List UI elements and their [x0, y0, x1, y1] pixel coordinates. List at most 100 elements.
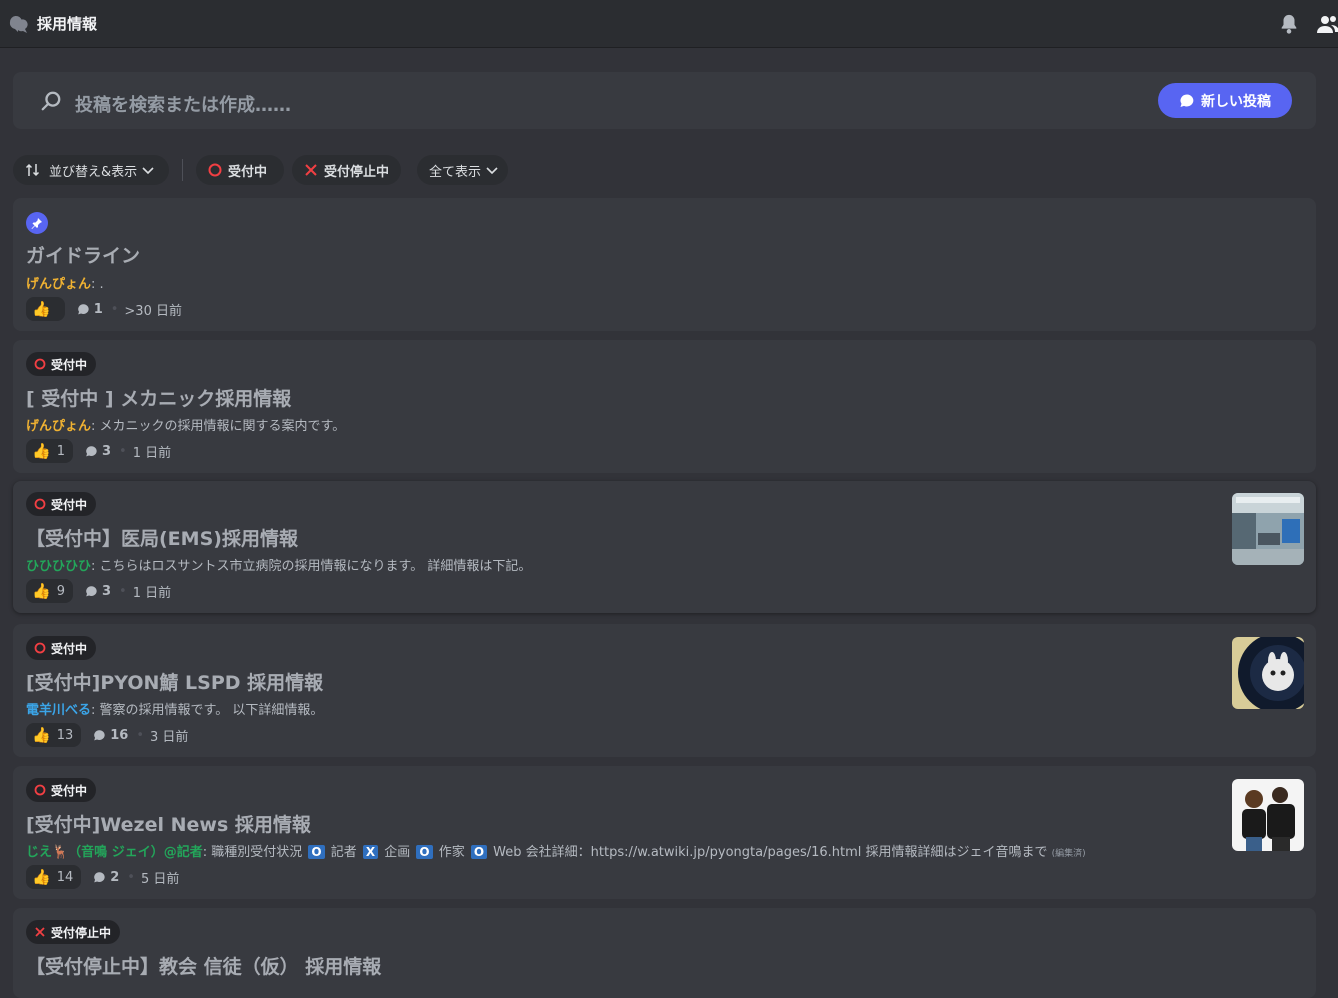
members-icon[interactable] [1316, 12, 1338, 36]
new-post-label: 新しい投稿 [1201, 93, 1271, 110]
reaction-button[interactable]: 👍 [26, 297, 65, 321]
post-time: 5 日前 [140, 871, 180, 887]
forum-icon [9, 15, 28, 33]
comment-icon [94, 729, 105, 740]
circle-icon [34, 358, 46, 370]
post-preview-text: 作家 [434, 845, 469, 860]
post-tag: 受付中 [26, 778, 97, 802]
post-tag: 受付中 [26, 636, 97, 660]
post-title: ガイドライン [26, 245, 141, 267]
cross-icon [35, 927, 45, 937]
post-preview-text: 記者 [326, 845, 361, 860]
post-preview-text: 企画 [380, 845, 415, 860]
bell-icon[interactable] [1278, 12, 1300, 36]
separator-dot: • [136, 727, 144, 743]
post-author: ひひひひひ [26, 559, 92, 574]
post-meta: 👍 1 3 • 1 日前 [26, 439, 171, 463]
post-meta: 👍 14 2 • 5 日前 [26, 865, 179, 889]
thumbs-up-icon: 👍 [32, 300, 51, 318]
comment-icon [94, 871, 105, 882]
separator-dot: • [127, 869, 135, 885]
circle-icon [34, 498, 46, 510]
post-time: >30 日前 [124, 303, 182, 319]
reaction-count: 1 [56, 443, 65, 459]
post-card[interactable]: 受付中 [ 受付中 ] メカニック採用情報 げんぴょん: メカニックの採用情報に… [13, 340, 1316, 473]
thumbs-up-icon: 👍 [32, 582, 51, 600]
post-title: [受付中]Wezel News 採用情報 [26, 814, 311, 836]
post-preview-text: メカニックの採用情報に関する案内です。 [95, 419, 346, 434]
comment-count-value: 1 [93, 301, 103, 317]
post-preview-text: Web 会社詳細：https://w.atwiki.jp/pyongta/pag… [489, 845, 1052, 860]
thumbs-up-icon: 👍 [32, 726, 51, 744]
post-card[interactable]: 受付中 【受付中】医局(EMS)採用情報 ひひひひひ: こちらはロスサントス市立… [13, 481, 1316, 613]
tag-filter-closed[interactable]: 受付停止中 [292, 155, 401, 185]
status-x-badge: X [362, 845, 379, 859]
search-input[interactable]: 投稿を検索または作成…… [75, 91, 291, 117]
post-thumbnail-police-badge [1232, 637, 1304, 709]
post-title: 【受付中】医局(EMS)採用情報 [26, 528, 298, 550]
cross-icon [305, 164, 317, 176]
post-author: じえ🦌（音鳴 ジェイ）@記者 [26, 845, 203, 860]
status-o-badge: O [308, 845, 325, 859]
post-card[interactable]: 受付停止中 【受付停止中】教会 信徒（仮） 採用情報 [13, 908, 1316, 998]
tag-filter-open[interactable]: 受付中 [196, 155, 284, 185]
post-card[interactable]: 受付中 [受付中]PYON鯖 LSPD 採用情報 電羊川べる: 警察の採用情報で… [13, 624, 1316, 757]
circle-icon [34, 784, 46, 796]
separator-dot: • [119, 443, 127, 459]
sort-label: 並び替え&表示 [49, 164, 138, 180]
pin-icon [26, 212, 48, 234]
post-time: 1 日前 [132, 585, 172, 601]
sort-view-button[interactable]: 並び替え&表示 [13, 155, 169, 185]
post-tag-label: 受付中 [51, 497, 88, 512]
post-preview: じえ🦌（音鳴 ジェイ）@記者: 職種別受付状況 O 記者 X 企画 O 作家 O… [26, 845, 1086, 860]
post-tag-label: 受付中 [51, 641, 88, 656]
reaction-button[interactable]: 👍 9 [26, 579, 73, 603]
post-meta: 👍 13 16 • 3 日前 [26, 723, 188, 747]
search-icon [41, 91, 61, 111]
chevron-down-icon [142, 167, 154, 175]
status-o-badge: O [416, 845, 433, 859]
channel-header: 採用情報 [0, 0, 1338, 48]
post-tag-label: 受付中 [51, 357, 88, 372]
post-preview-text: こちらはロスサントス市立病院の採用情報になります。 詳細情報は下記。 [95, 559, 532, 574]
comment-count: 3 [85, 584, 111, 599]
reaction-button[interactable]: 👍 13 [26, 723, 82, 747]
separator-dot: • [110, 301, 119, 317]
thumbs-up-icon: 👍 [32, 868, 51, 886]
edited-label: (編集済) [1051, 849, 1086, 859]
post-search-bar[interactable]: 投稿を検索または作成…… [13, 72, 1316, 129]
tag-open-label: 受付中 [228, 164, 268, 180]
post-preview: ひひひひひ: こちらはロスサントス市立病院の採用情報になります。 詳細情報は下記… [26, 559, 532, 574]
comment-count: 16 [93, 728, 128, 743]
post-time: 3 日前 [150, 729, 189, 745]
comment-icon [86, 585, 97, 596]
post-card[interactable]: 受付中 [受付中]Wezel News 採用情報 じえ🦌（音鳴 ジェイ）@記者:… [13, 766, 1316, 899]
show-all-dropdown[interactable]: 全て表示 [417, 155, 508, 185]
post-tag-label: 受付停止中 [51, 925, 112, 940]
post-title: 【受付停止中】教会 信徒（仮） 採用情報 [26, 956, 382, 978]
post-meta: 👍 9 3 • 1 日前 [26, 579, 171, 603]
comment-count: 1 [77, 302, 103, 317]
post-title: [受付中]PYON鯖 LSPD 採用情報 [26, 672, 324, 694]
post-preview: げんぴょん: . [26, 277, 104, 292]
comment-count: 3 [85, 444, 111, 459]
chat-bubble-icon [1180, 94, 1194, 107]
reaction-button[interactable]: 👍 14 [26, 865, 82, 889]
sort-icon [25, 163, 40, 177]
post-author: げんぴょん [26, 277, 92, 292]
comment-icon [86, 445, 97, 456]
post-preview: げんぴょん: メカニックの採用情報に関する案内です。 [26, 419, 346, 434]
post-thumbnail-people [1232, 779, 1304, 851]
post-tag: 受付停止中 [26, 920, 121, 944]
comment-icon [77, 303, 89, 314]
comment-count-value: 3 [101, 583, 112, 599]
post-preview-text: 警察の採用情報です。 以下詳細情報。 [95, 703, 324, 718]
post-thumbnail-hospital [1232, 493, 1304, 565]
post-title: [ 受付中 ] メカニック採用情報 [26, 388, 292, 410]
post-card[interactable]: ガイドライン げんぴょん: . 👍 1 • >30 日前 [13, 198, 1316, 331]
reaction-button[interactable]: 👍 1 [26, 439, 73, 463]
thumbs-up-icon: 👍 [32, 442, 51, 460]
post-meta: 👍 1 • >30 日前 [26, 297, 182, 321]
new-post-button[interactable]: 新しい投稿 [1158, 83, 1292, 118]
post-tag-label: 受付中 [51, 783, 88, 798]
